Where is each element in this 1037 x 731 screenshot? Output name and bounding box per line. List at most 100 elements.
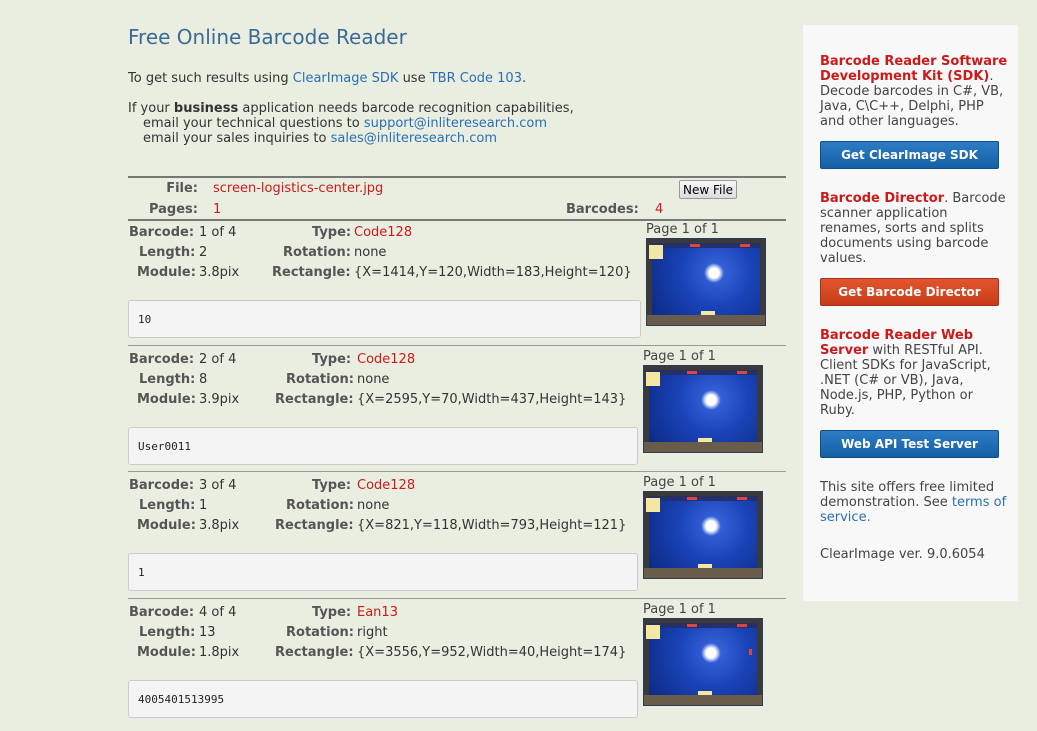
rotation-value: none bbox=[354, 245, 387, 260]
intro-line-2: If your business application needs barco… bbox=[128, 101, 778, 146]
support-email-link[interactable]: support@inliteresearch.com bbox=[364, 116, 547, 131]
divider bbox=[128, 345, 786, 346]
tech-email-line: email your technical questions to suppor… bbox=[128, 116, 778, 131]
decoded-value: User0011 bbox=[138, 440, 191, 453]
sidebar: Barcode Reader Software Development Kit … bbox=[803, 25, 1018, 601]
web-api-test-server-button[interactable]: Web API Test Server bbox=[820, 430, 999, 458]
barcode-result: Barcode: 3 of 4 Length: 1 Module: 3.8pix… bbox=[128, 475, 786, 604]
barcode-label: Barcode: bbox=[129, 478, 195, 493]
divider bbox=[128, 598, 786, 599]
module-label: Module: bbox=[137, 645, 196, 660]
sales-email-link[interactable]: sales@inliteresearch.com bbox=[331, 131, 497, 146]
module-value: 3.8pix bbox=[199, 265, 240, 280]
intro-line-1: To get such results using ClearImage SDK… bbox=[128, 71, 778, 86]
director-title[interactable]: Barcode Director bbox=[820, 191, 944, 206]
sdk-promo: Barcode Reader Software Development Kit … bbox=[820, 54, 1010, 169]
length-label: Length: bbox=[139, 245, 196, 260]
rectangle-label: Rectangle: bbox=[275, 392, 354, 407]
decoded-value: 1 bbox=[138, 566, 145, 579]
module-label: Module: bbox=[137, 392, 196, 407]
sdk-title[interactable]: Barcode Reader Software Development Kit … bbox=[820, 54, 1007, 84]
rotation-value: none bbox=[357, 372, 390, 387]
barcode-index: 4 of 4 bbox=[199, 605, 237, 620]
file-label: File: bbox=[166, 181, 198, 196]
clearimage-sdk-link[interactable]: ClearImage SDK bbox=[293, 71, 399, 86]
rectangle-label: Rectangle: bbox=[275, 518, 354, 533]
demo-notice: This site offers free limited demonstrat… bbox=[820, 480, 1010, 525]
version-text: ClearImage ver. 9.0.6054 bbox=[820, 547, 985, 562]
length-value: 13 bbox=[199, 625, 216, 640]
page-thumbnail[interactable] bbox=[643, 618, 763, 706]
sales-email-line: email your sales inquiries to sales@inli… bbox=[128, 131, 778, 146]
director-promo: Barcode Director. Barcode scanner applic… bbox=[820, 191, 1010, 306]
page-label: Page 1 of 1 bbox=[643, 349, 716, 364]
intro-text-mid: use bbox=[402, 71, 426, 86]
rectangle-label: Rectangle: bbox=[275, 645, 354, 660]
module-label: Module: bbox=[137, 518, 196, 533]
decoded-value-box[interactable]: 10 bbox=[128, 300, 641, 338]
pages-label: Pages: bbox=[148, 202, 198, 217]
rectangle-value: {X=3556,Y=952,Width=40,Height=174} bbox=[357, 645, 627, 660]
divider bbox=[128, 176, 786, 178]
barcode-label: Barcode: bbox=[129, 605, 195, 620]
page-thumbnail[interactable] bbox=[643, 491, 763, 579]
barcode-index: 2 of 4 bbox=[199, 352, 237, 367]
intro-text-prefix: To get such results using bbox=[128, 71, 289, 86]
length-value: 1 bbox=[199, 498, 208, 513]
barcodes-value: 4 bbox=[655, 202, 664, 217]
barcode-index: 3 of 4 bbox=[199, 478, 237, 493]
type-value: Ean13 bbox=[357, 605, 398, 620]
page-thumbnail[interactable] bbox=[646, 238, 766, 326]
new-file-button[interactable]: New File bbox=[679, 180, 738, 199]
page-label: Page 1 of 1 bbox=[643, 475, 716, 490]
length-value: 2 bbox=[199, 245, 208, 260]
decoded-value-box[interactable]: User0011 bbox=[128, 427, 638, 465]
rectangle-value: {X=821,Y=118,Width=793,Height=121} bbox=[357, 518, 627, 533]
length-label: Length: bbox=[139, 372, 196, 387]
page-label: Page 1 of 1 bbox=[643, 602, 716, 617]
rotation-value: none bbox=[357, 498, 390, 513]
web-server-promo: Barcode Reader Web Server with RESTful A… bbox=[820, 328, 1010, 458]
barcodes-label: Barcodes: bbox=[566, 202, 639, 217]
rectangle-label: Rectangle: bbox=[272, 265, 351, 280]
rotation-label: Rotation: bbox=[286, 625, 354, 640]
page-title: Free Online Barcode Reader bbox=[128, 25, 407, 49]
decoded-value: 4005401513995 bbox=[138, 693, 225, 706]
module-value: 3.8pix bbox=[199, 518, 240, 533]
rectangle-value: {X=1414,Y=120,Width=183,Height=120} bbox=[354, 265, 632, 280]
intro-business-prefix: If your bbox=[128, 101, 170, 116]
file-info-bar: File: screen-logistics-center.jpg New Fi… bbox=[128, 180, 786, 218]
type-label: Type: bbox=[312, 225, 352, 240]
type-value: Code128 bbox=[357, 478, 416, 493]
intro-text-suffix: . bbox=[521, 71, 527, 86]
type-label: Type: bbox=[312, 478, 352, 493]
tech-email-prefix: email your technical questions to bbox=[143, 116, 360, 131]
length-value: 8 bbox=[199, 372, 208, 387]
get-clearimage-sdk-button[interactable]: Get ClearImage SDK bbox=[820, 141, 999, 169]
barcode-index: 1 of 4 bbox=[199, 225, 237, 240]
barcode-result: Barcode: 4 of 4 Length: 13 Module: 1.8pi… bbox=[128, 602, 786, 731]
decoded-value-box[interactable]: 1 bbox=[128, 553, 638, 591]
decoded-value: 10 bbox=[138, 313, 152, 326]
sales-email-prefix: email your sales inquiries to bbox=[143, 131, 327, 146]
type-label: Type: bbox=[312, 605, 352, 620]
pages-value: 1 bbox=[213, 202, 222, 217]
divider bbox=[128, 471, 786, 472]
type-label: Type: bbox=[312, 352, 352, 367]
module-value: 3.9pix bbox=[199, 392, 240, 407]
divider bbox=[128, 219, 786, 221]
barcode-result: Barcode: 2 of 4 Length: 8 Module: 3.9pix… bbox=[128, 349, 786, 478]
decoded-value-box[interactable]: 4005401513995 bbox=[128, 680, 638, 718]
barcode-label: Barcode: bbox=[129, 352, 195, 367]
module-label: Module: bbox=[137, 265, 196, 280]
rotation-value: right bbox=[357, 625, 388, 640]
rotation-label: Rotation: bbox=[286, 498, 354, 513]
page-thumbnail[interactable] bbox=[643, 365, 763, 453]
barcode-label: Barcode: bbox=[129, 225, 195, 240]
tbr-code-link[interactable]: TBR Code 103 bbox=[430, 71, 522, 86]
barcode-result: Barcode: 1 of 4 Length: 2 Module: 3.8pix… bbox=[128, 222, 786, 351]
get-barcode-director-button[interactable]: Get Barcode Director bbox=[820, 278, 999, 306]
rotation-label: Rotation: bbox=[286, 372, 354, 387]
file-name: screen-logistics-center.jpg bbox=[213, 181, 384, 196]
rectangle-value: {X=2595,Y=70,Width=437,Height=143} bbox=[357, 392, 627, 407]
